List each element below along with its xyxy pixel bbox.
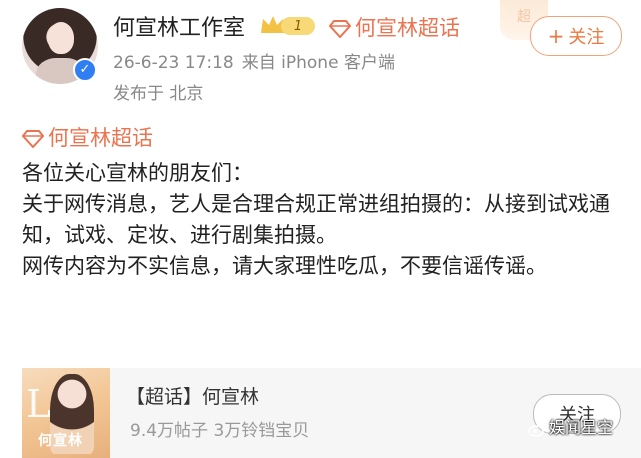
post-source: 来自 iPhone 客户端 (241, 53, 395, 73)
post-text-line: 网传内容为不实信息，请大家理性吃瓜，不要信谣传谣。 (22, 254, 547, 278)
verified-icon: ✓ (73, 58, 97, 82)
thumb-name: 何宣林 (38, 433, 83, 449)
watermark-text: 娱闻星空 (549, 418, 614, 437)
topic-link[interactable]: 何宣林超话 (22, 122, 622, 152)
weibo-logo-icon (528, 421, 546, 437)
diamond-icon (329, 20, 351, 38)
avatar-face (48, 22, 74, 54)
watermark: 娱闻星空 (528, 414, 613, 438)
post-header: ✓ 何宣林工作室 1 何宣林超话 26-6-23 17:18 来自 iPhone … (0, 0, 641, 120)
vip-level: 1 (294, 19, 302, 34)
follow-button[interactable]: + 关注 (530, 16, 622, 56)
post-text-line: 关于网传消息，艺人是合理合规正常进组拍摄的：从接到试戏通知，试戏、定妆、进行剧集… (22, 192, 610, 247)
super-topic-link[interactable]: 何宣林超话 (329, 12, 460, 42)
topic-label: 何宣林超话 (48, 126, 153, 150)
author-name[interactable]: 何宣林工作室 (113, 10, 245, 42)
post-location: 发布于 北京 (113, 84, 204, 104)
post-meta: 26-6-23 17:18 来自 iPhone 客户端 (113, 48, 395, 73)
card-stats: 9.4万帖子 3万铃铛宝贝 (130, 421, 310, 441)
card-title: 【超话】何宣林 (126, 386, 260, 408)
diamond-icon (22, 130, 44, 148)
vip-crown-badge-icon: 1 (261, 16, 315, 35)
post-content: 何宣林超话 各位关心宣林的朋友们： 关于网传消息，艺人是合理合规正常进组拍摄的：… (22, 122, 622, 282)
post-timestamp: 26-6-23 17:18 (113, 53, 234, 73)
plus-icon: + (547, 24, 565, 48)
post-text-line: 各位关心宣林的朋友们： (22, 161, 253, 185)
follow-label: 关注 (568, 27, 605, 48)
super-topic-label: 何宣林超话 (355, 16, 460, 40)
